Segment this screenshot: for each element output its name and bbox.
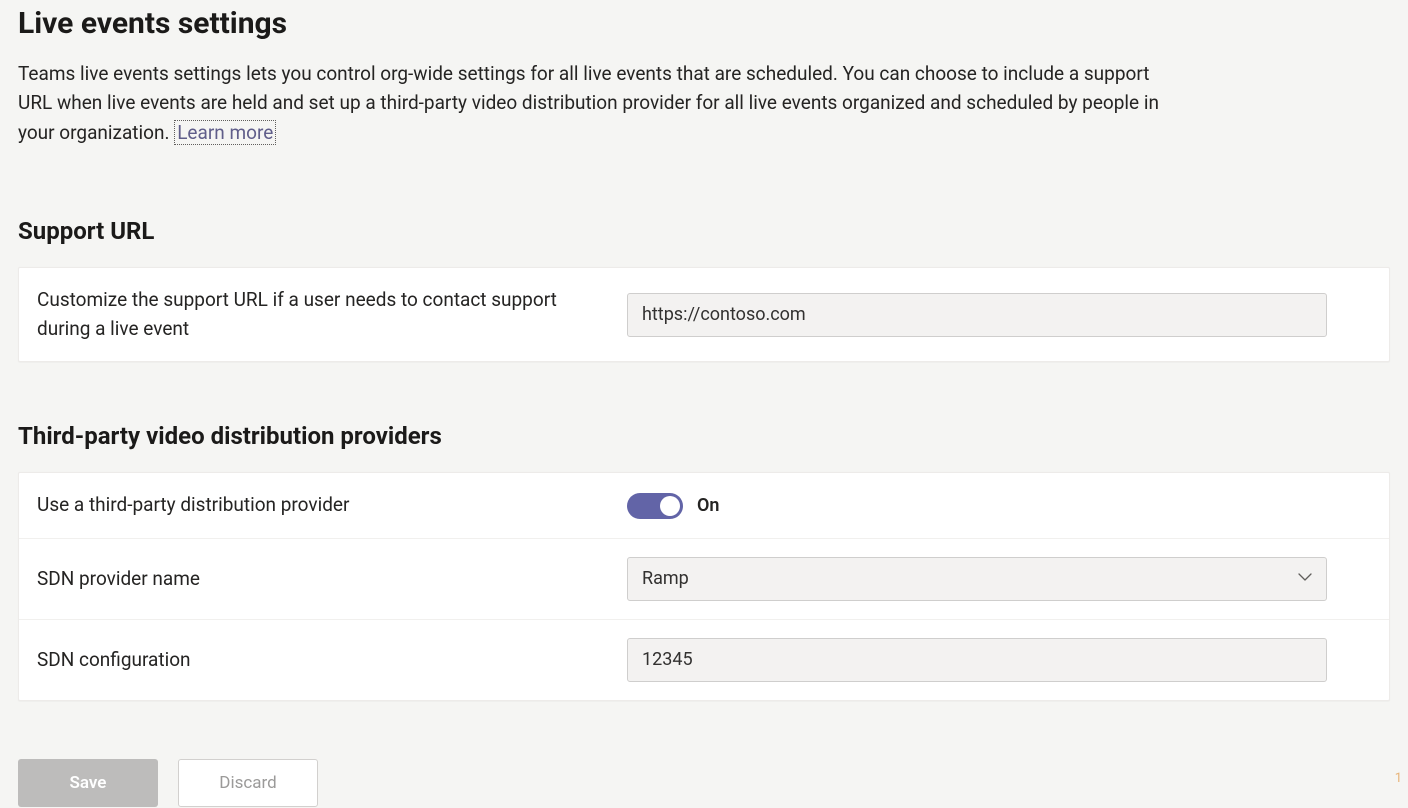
- page-description: Teams live events settings lets you cont…: [18, 59, 1188, 147]
- sdn-config-label: SDN configuration: [37, 646, 627, 675]
- action-bar: Save Discard: [18, 759, 1390, 807]
- sdn-provider-label: SDN provider name: [37, 565, 627, 594]
- support-url-input[interactable]: [627, 293, 1327, 337]
- discard-button[interactable]: Discard: [178, 759, 318, 807]
- sdn-provider-control: Ramp: [627, 557, 1371, 601]
- sdn-config-input[interactable]: [627, 638, 1327, 682]
- toggle-knob: [660, 496, 680, 516]
- use-provider-label: Use a third-party distribution provider: [37, 491, 627, 520]
- use-provider-row: Use a third-party distribution provider …: [19, 473, 1389, 539]
- sdn-config-row: SDN configuration: [19, 620, 1389, 700]
- sdn-provider-select[interactable]: Ramp: [627, 557, 1327, 601]
- third-party-heading: Third-party video distribution providers: [18, 422, 1390, 450]
- support-url-row: Customize the support URL if a user need…: [19, 268, 1389, 361]
- learn-more-link[interactable]: Learn more: [174, 120, 276, 145]
- support-url-heading: Support URL: [18, 217, 1390, 245]
- support-url-control: [627, 293, 1371, 337]
- use-provider-toggle[interactable]: [627, 493, 683, 519]
- sdn-config-control: [627, 638, 1371, 682]
- third-party-card: Use a third-party distribution provider …: [18, 472, 1390, 701]
- use-provider-control: On: [627, 493, 1371, 519]
- sdn-provider-row: SDN provider name Ramp: [19, 539, 1389, 620]
- save-button[interactable]: Save: [18, 759, 158, 807]
- use-provider-state: On: [697, 495, 719, 516]
- support-url-label: Customize the support URL if a user need…: [37, 286, 627, 343]
- page-title: Live events settings: [18, 0, 1390, 41]
- support-url-card: Customize the support URL if a user need…: [18, 267, 1390, 362]
- corner-text: 1: [1395, 771, 1402, 786]
